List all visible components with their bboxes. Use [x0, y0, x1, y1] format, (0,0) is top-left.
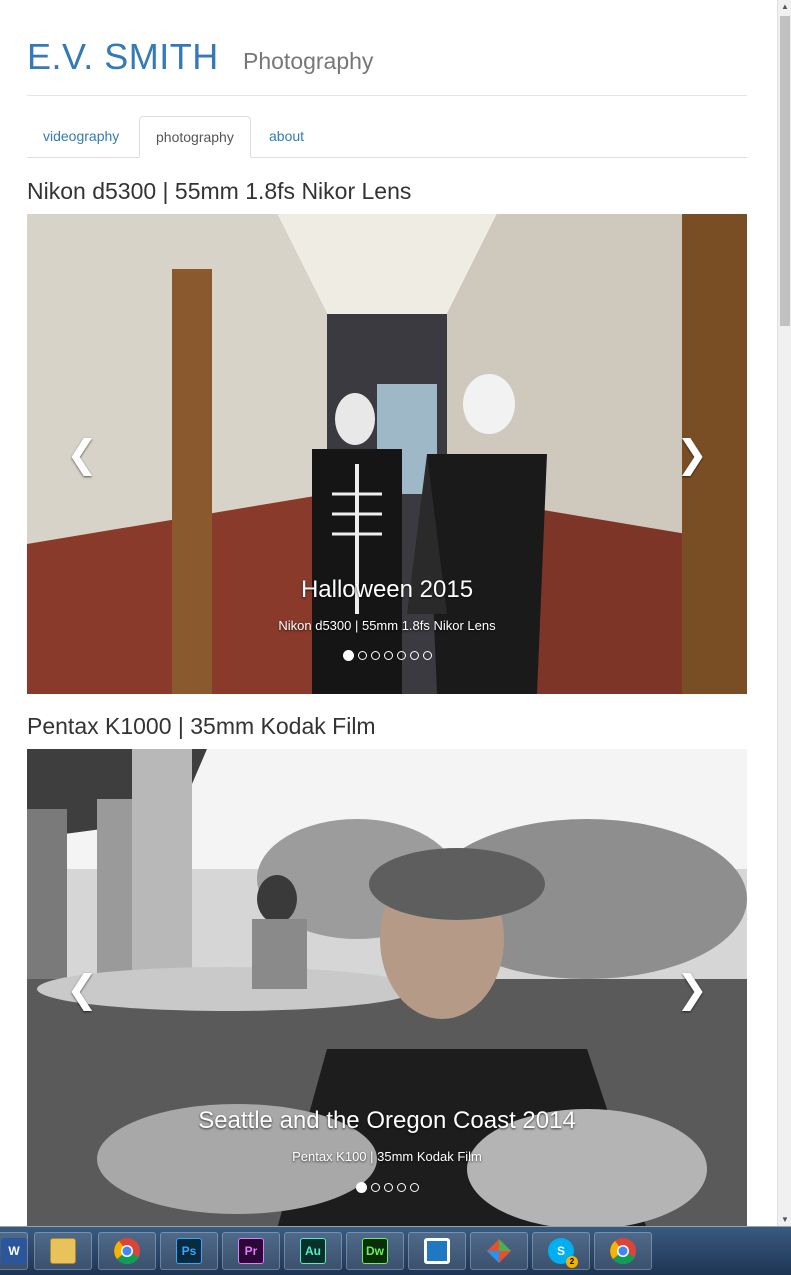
gallery-title-pentax: Pentax K1000 | 35mm Kodak Film: [27, 713, 376, 739]
caption-title: Halloween 2015: [300, 576, 474, 603]
carousel-indicator-dot[interactable]: [383, 651, 393, 661]
chevron-right-icon: ❯: [676, 433, 708, 476]
tab-videography[interactable]: videography: [27, 116, 138, 157]
caption-title: Seattle and the Oregon Coast 2014: [198, 1107, 576, 1134]
git-icon: [487, 1239, 511, 1263]
carousel-indicator-dot[interactable]: [422, 651, 432, 661]
brand-subtitle: Photography: [243, 48, 374, 74]
scrollbar-thumb[interactable]: [780, 16, 790, 326]
carousel-indicator-dot[interactable]: [396, 1183, 406, 1193]
caption-subtitle: Pentax K100 | 35mm Kodak Film: [292, 1149, 482, 1164]
taskbar-photoshop-button[interactable]: Ps: [160, 1232, 218, 1270]
chrome-icon: [114, 1238, 140, 1265]
carousel-nikon: ❮ ❯ Halloween 2015 Nikon d5300 | 55mm 1.…: [27, 214, 747, 694]
taskbar-chrome-button[interactable]: [594, 1232, 652, 1270]
file-explorer-icon: [50, 1238, 76, 1264]
tab-about[interactable]: about: [253, 116, 323, 157]
taskbar-window-button[interactable]: [408, 1232, 466, 1270]
carousel-indicator-dot[interactable]: [355, 1182, 367, 1194]
taskbar-chrome-button[interactable]: [98, 1232, 156, 1270]
taskbar-audition-button[interactable]: Au: [284, 1232, 342, 1270]
nav-tabs: videography photography about: [27, 116, 747, 158]
carousel-indicator-dot[interactable]: [342, 650, 354, 662]
taskbar-word-button[interactable]: W: [0, 1232, 28, 1270]
carousel-indicator-dot[interactable]: [409, 651, 419, 661]
carousel-indicator-dot[interactable]: [409, 1183, 419, 1193]
carousel-indicator-dot[interactable]: [370, 651, 380, 661]
scroll-up-icon[interactable]: ▲: [781, 2, 789, 11]
page: E.V. SMITH Photography videography photo…: [0, 0, 777, 1226]
premiere-icon: Pr: [238, 1238, 264, 1264]
chrome-icon: [610, 1238, 636, 1265]
carousel-indicators: [27, 647, 747, 662]
brand-name[interactable]: E.V. SMITH: [27, 36, 219, 78]
carousel-caption: Halloween 2015 Nikon d5300 | 55mm 1.8fs …: [27, 576, 747, 633]
taskbar-git-button[interactable]: [470, 1232, 528, 1270]
site-header: E.V. SMITH Photography: [27, 0, 747, 96]
scroll-down-icon[interactable]: ▼: [781, 1215, 789, 1224]
word-icon: W: [1, 1238, 27, 1264]
skype-icon: S 2: [548, 1238, 578, 1268]
taskbar-skype-button[interactable]: S 2: [532, 1232, 590, 1270]
dreamweaver-icon: Dw: [362, 1238, 388, 1264]
carousel-indicator-dot[interactable]: [383, 1183, 393, 1193]
taskbar-dreamweaver-button[interactable]: Dw: [346, 1232, 404, 1270]
taskbar-premiere-button[interactable]: Pr: [222, 1232, 280, 1270]
skype-badge: 2: [566, 1256, 578, 1268]
taskbar-explorer-button[interactable]: [34, 1232, 92, 1270]
carousel-indicator-dot[interactable]: [357, 651, 367, 661]
gallery-title-nikon: Nikon d5300 | 55mm 1.8fs Nikor Lens: [27, 178, 412, 204]
chevron-left-icon: ❮: [66, 968, 98, 1011]
carousel-caption: Seattle and the Oregon Coast 2014 Pentax…: [27, 1107, 747, 1164]
windows-taskbar: W Ps Pr Au Dw S 2: [0, 1226, 791, 1275]
carousel-pentax: ❮ ❯ Seattle and the Oregon Coast 2014 Pe…: [27, 749, 747, 1226]
carousel-indicator-dot[interactable]: [396, 651, 406, 661]
audition-icon: Au: [300, 1238, 326, 1264]
photoshop-icon: Ps: [176, 1238, 202, 1264]
carousel-indicator-dot[interactable]: [370, 1183, 380, 1193]
tab-photography[interactable]: photography: [139, 116, 251, 158]
vertical-scrollbar[interactable]: ▲ ▼: [777, 0, 791, 1226]
carousel-indicators: [27, 1179, 747, 1194]
chevron-right-icon: ❯: [676, 968, 708, 1011]
caption-subtitle: Nikon d5300 | 55mm 1.8fs Nikor Lens: [278, 618, 496, 633]
chevron-left-icon: ❮: [66, 433, 98, 476]
window-app-icon: [424, 1238, 450, 1264]
